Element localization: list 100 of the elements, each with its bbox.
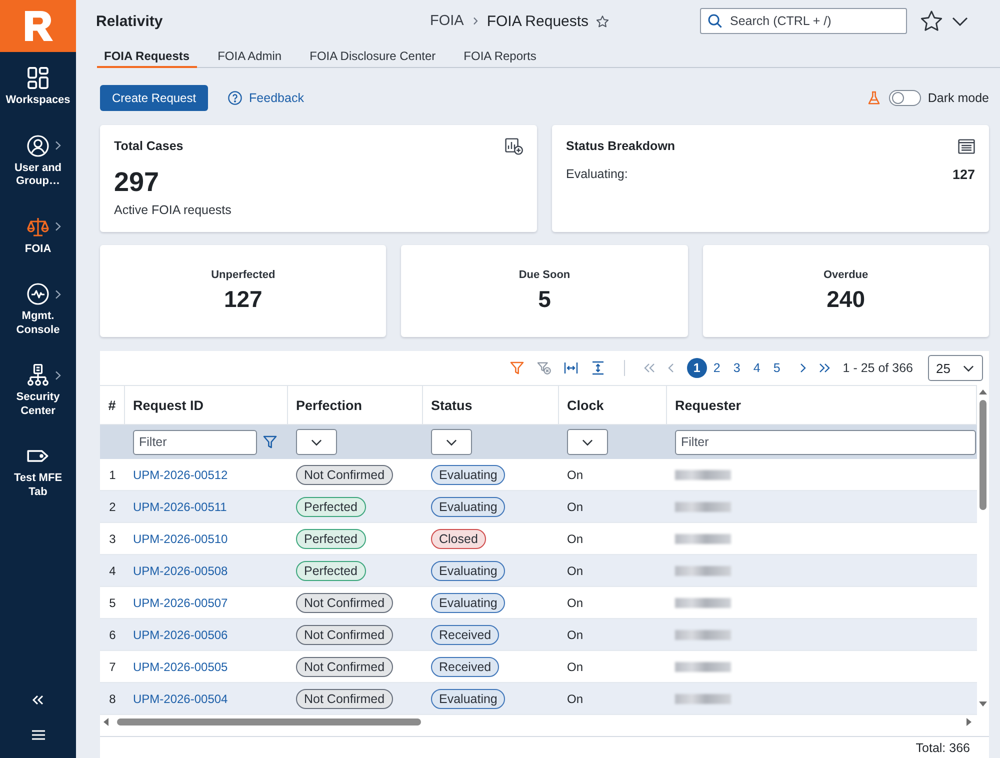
last-page-icon[interactable]	[818, 363, 830, 373]
row-number: 5	[109, 596, 116, 610]
stat-label: Due Soon	[518, 269, 570, 282]
filter-dropdown[interactable]	[567, 429, 608, 455]
filter-icon[interactable]	[263, 435, 277, 449]
perfection-tag: Perfected	[296, 528, 366, 548]
perfection-tag: Perfected	[296, 496, 366, 516]
column-header[interactable]: Clock	[559, 386, 667, 424]
horizontal-arrows-icon[interactable]	[564, 361, 578, 375]
flask-icon	[868, 91, 880, 105]
logo-icon[interactable]	[0, 0, 76, 52]
chart-add-icon[interactable]	[505, 138, 523, 155]
page-button[interactable]: 5	[766, 358, 787, 378]
filter-field[interactable]: Filter	[133, 430, 257, 454]
total-label: Total: 366	[916, 740, 970, 754]
nav-item[interactable]: FOIA	[0, 200, 76, 268]
page-button[interactable]: 3	[726, 358, 747, 378]
perfection-tag: Perfected	[296, 560, 366, 580]
tab[interactable]: FOIA Requests	[97, 45, 197, 68]
request-id-link[interactable]: UPM-2026-00504	[133, 692, 228, 706]
clock-value: On	[567, 628, 584, 642]
chevron-right-icon	[472, 17, 478, 25]
total-count: 297	[114, 167, 160, 197]
dark-mode-toggle[interactable]	[888, 90, 921, 106]
card-title: Status Breakdown	[566, 139, 676, 154]
nav-item[interactable]: Mgmt. Console	[0, 268, 76, 349]
filter-clear-icon[interactable]	[536, 361, 551, 375]
nav-item[interactable]: Workspaces	[0, 52, 76, 120]
page-button[interactable]: 2	[706, 358, 727, 378]
feedback-link[interactable]: Feedback	[228, 91, 304, 105]
row-number: 2	[109, 500, 116, 514]
create-request-button[interactable]: Create Request	[100, 85, 208, 111]
tab[interactable]: FOIA Reports	[456, 45, 544, 68]
nav-item[interactable]: Security Center	[0, 349, 76, 430]
star-icon[interactable]	[920, 10, 943, 32]
filter-dropdown[interactable]	[296, 429, 337, 455]
column-header[interactable]: Perfection	[288, 386, 423, 424]
perfection-tag: Not Confirmed	[296, 688, 393, 708]
dark-mode-label: Dark mode	[928, 91, 989, 105]
row-number: 8	[109, 692, 116, 706]
column-header[interactable]: Requester	[667, 386, 977, 424]
filter-icon[interactable]	[510, 361, 524, 375]
row-number: 6	[109, 628, 116, 642]
next-page-icon[interactable]	[800, 363, 806, 373]
chevron-down-icon	[446, 438, 457, 446]
page-button[interactable]: 4	[746, 358, 767, 378]
page-title: FOIA Requests	[486, 12, 589, 30]
vertical-arrows-icon[interactable]	[590, 361, 605, 375]
clock-value: On	[567, 564, 584, 578]
filter-field[interactable]: Filter	[675, 430, 976, 454]
page-size-select[interactable]: 25	[928, 355, 983, 381]
row-number: 4	[109, 564, 116, 578]
request-id-link[interactable]: UPM-2026-00512	[133, 468, 228, 482]
search-icon	[708, 14, 722, 28]
app-title: Relativity	[96, 12, 163, 30]
filter-dropdown[interactable]	[431, 429, 472, 455]
status-count: 127	[952, 167, 975, 182]
chevron-down-icon[interactable]	[952, 16, 968, 26]
status-tag: Received	[431, 624, 500, 644]
status-tag: Evaluating	[431, 688, 506, 708]
column-header[interactable]: Request ID	[125, 386, 288, 424]
request-id-link[interactable]: UPM-2026-00506	[133, 628, 228, 642]
breadcrumb-link[interactable]: FOIA	[430, 13, 464, 29]
stat-label: Overdue	[824, 269, 868, 282]
network-icon	[27, 364, 49, 386]
nav-item[interactable]: User and Group…	[0, 120, 76, 200]
perfection-tag: Not Confirmed	[296, 624, 393, 644]
status-tag: Received	[431, 656, 500, 676]
star-icon[interactable]	[596, 14, 609, 28]
card-caption: Active FOIA requests	[114, 203, 232, 218]
tab[interactable]: FOIA Disclosure Center	[302, 45, 443, 68]
card-title: Total Cases	[114, 139, 184, 154]
menu-icon[interactable]	[32, 730, 44, 740]
page-button[interactable]: 1	[686, 358, 707, 378]
stat-value: 127	[224, 286, 262, 312]
perfection-tag: Not Confirmed	[296, 464, 393, 484]
user-circle-icon	[27, 134, 49, 156]
status-tag: Evaluating	[431, 592, 506, 612]
request-id-link[interactable]: UPM-2026-00507	[133, 596, 228, 610]
request-id-link[interactable]: UPM-2026-00511	[133, 500, 227, 514]
search-field[interactable]: Search (CTRL + /)	[700, 8, 907, 34]
request-id-link[interactable]: UPM-2026-00510	[133, 532, 228, 546]
row-number: 3	[109, 532, 116, 546]
row-number: 7	[109, 660, 116, 674]
perfection-tag: Not Confirmed	[296, 656, 393, 676]
stat-label: Unperfected	[211, 269, 276, 282]
request-id-link[interactable]: UPM-2026-00508	[133, 564, 228, 578]
list-icon[interactable]	[958, 139, 975, 154]
nav-item[interactable]: Test MFE Tab	[0, 430, 76, 511]
tab[interactable]: FOIA Admin	[210, 45, 289, 68]
request-id-link[interactable]: UPM-2026-00505	[133, 660, 228, 674]
stat-value: 5	[538, 286, 551, 312]
status-tag: Evaluating	[431, 464, 506, 484]
chevron-down-icon	[963, 364, 974, 372]
clock-value: On	[567, 500, 584, 514]
status-tag: Closed	[431, 528, 486, 548]
column-header[interactable]: #	[100, 386, 125, 424]
double-chevron-left-icon[interactable]	[32, 695, 44, 705]
column-header[interactable]: Status	[423, 386, 559, 424]
clock-value: On	[567, 596, 584, 610]
